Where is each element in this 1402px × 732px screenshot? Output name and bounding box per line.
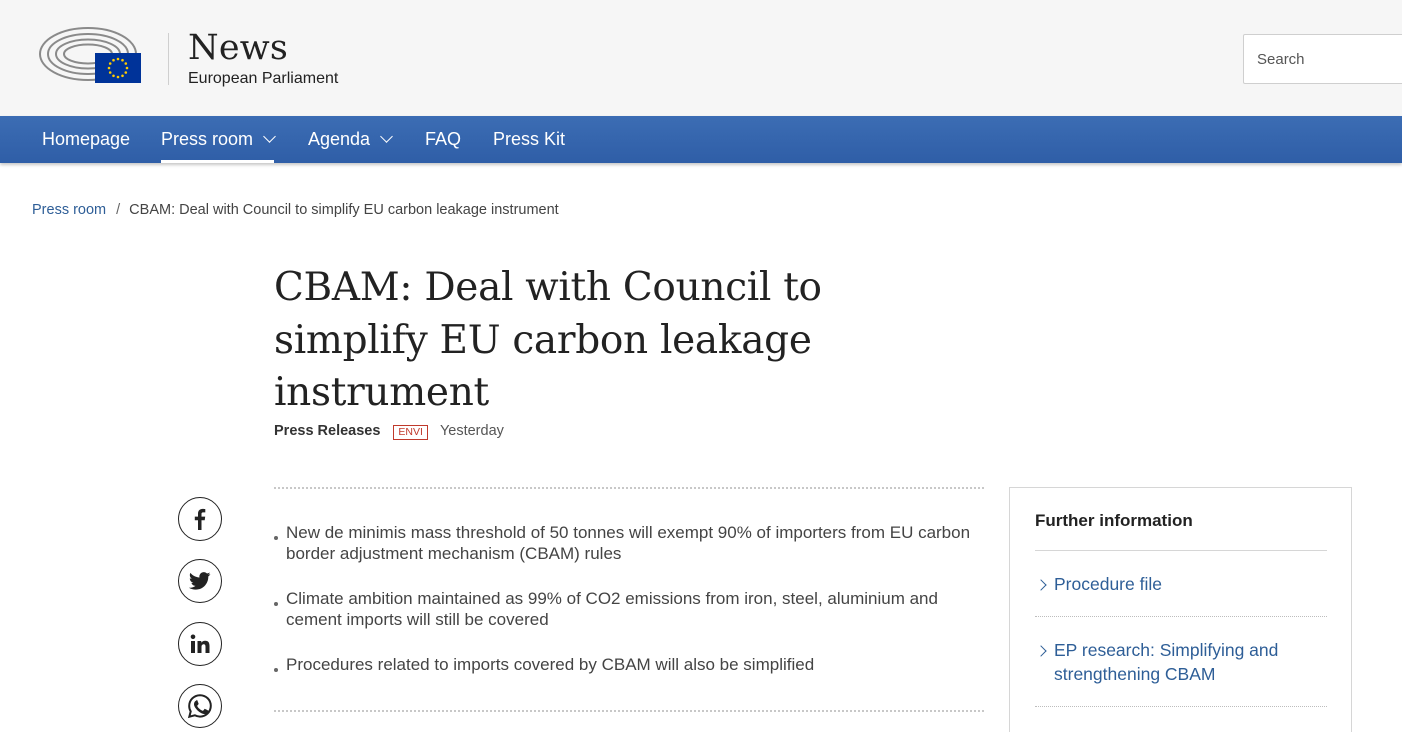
highlight-item: Procedures related to imports covered by… — [274, 654, 974, 675]
chevron-down-icon — [263, 130, 276, 143]
highlight-item: Climate ambition maintained as 99% of CO… — [274, 588, 974, 630]
share-twitter-button[interactable] — [178, 559, 222, 603]
site-subtitle[interactable]: European Parliament — [188, 70, 338, 88]
panel-divider — [1035, 616, 1327, 617]
article-meta: Press Releases ENVI Yesterday — [274, 423, 504, 440]
nav-item-label: Agenda — [308, 129, 371, 149]
nav-item-press-room[interactable]: Press room — [161, 116, 276, 163]
breadcrumb-separator: / — [116, 202, 121, 218]
whatsapp-icon — [187, 694, 212, 719]
site-title[interactable]: News — [188, 28, 288, 68]
nav-item-label: Press Kit — [493, 129, 566, 149]
link-label: Procedure file — [1054, 574, 1162, 594]
article-category: Press Releases — [274, 423, 381, 439]
link-label: EP research: Simplifying and strengtheni… — [1054, 640, 1279, 684]
procedure-file-link[interactable]: Procedure file — [1035, 572, 1327, 596]
share-facebook-button[interactable] — [178, 497, 222, 541]
facebook-icon — [194, 508, 206, 530]
linkedin-icon — [190, 634, 210, 653]
chevron-right-icon — [1035, 579, 1047, 591]
article-date: Yesterday — [439, 423, 504, 439]
breadcrumb-current: CBAM: Deal with Council to simplify EU c… — [129, 202, 559, 218]
share-whatsapp-button[interactable] — [178, 684, 222, 728]
highlights-divider-bottom — [274, 710, 984, 712]
search-input[interactable] — [1244, 35, 1402, 83]
chevron-down-icon — [380, 130, 393, 143]
logo-divider — [168, 33, 169, 85]
further-information-panel: Further information Procedure file EP re… — [1009, 487, 1352, 732]
twitter-icon — [189, 572, 211, 590]
nav-item-press-kit[interactable]: Press Kit — [493, 116, 565, 163]
search-box[interactable] — [1243, 34, 1402, 84]
share-linkedin-button[interactable] — [178, 622, 222, 666]
nav-item-homepage[interactable]: Homepage — [42, 116, 130, 163]
chevron-right-icon — [1035, 645, 1047, 657]
nav-item-agenda[interactable]: Agenda — [308, 116, 393, 163]
parliament-hemicycle-icon — [39, 27, 141, 83]
breadcrumb-link-press-room[interactable]: Press room — [32, 202, 106, 218]
highlights-divider-top — [274, 487, 984, 489]
site-header: News European Parliament — [0, 0, 1402, 116]
committee-tag[interactable]: ENVI — [393, 424, 428, 440]
panel-divider — [1035, 706, 1327, 707]
nav-item-label: Press room — [161, 129, 254, 149]
nav-item-label: FAQ — [425, 129, 462, 149]
nav-item-faq[interactable]: FAQ — [425, 116, 461, 163]
highlight-item: New de minimis mass threshold of 50 tonn… — [274, 522, 974, 564]
ep-research-link[interactable]: EP research: Simplifying and strengtheni… — [1035, 638, 1327, 686]
nav-item-label: Homepage — [42, 129, 131, 149]
article-title: CBAM: Deal with Council to simplify EU c… — [274, 265, 822, 415]
further-information-title: Further information — [1035, 511, 1193, 530]
breadcrumb: Press room / CBAM: Deal with Council to si… — [32, 202, 559, 218]
panel-divider — [1035, 550, 1327, 551]
highlights-list: New de minimis mass threshold of 50 tonn… — [274, 522, 974, 699]
european-parliament-logo[interactable] — [38, 26, 142, 84]
main-nav: Homepage Press room Agenda FAQ Press Kit — [0, 116, 1402, 163]
